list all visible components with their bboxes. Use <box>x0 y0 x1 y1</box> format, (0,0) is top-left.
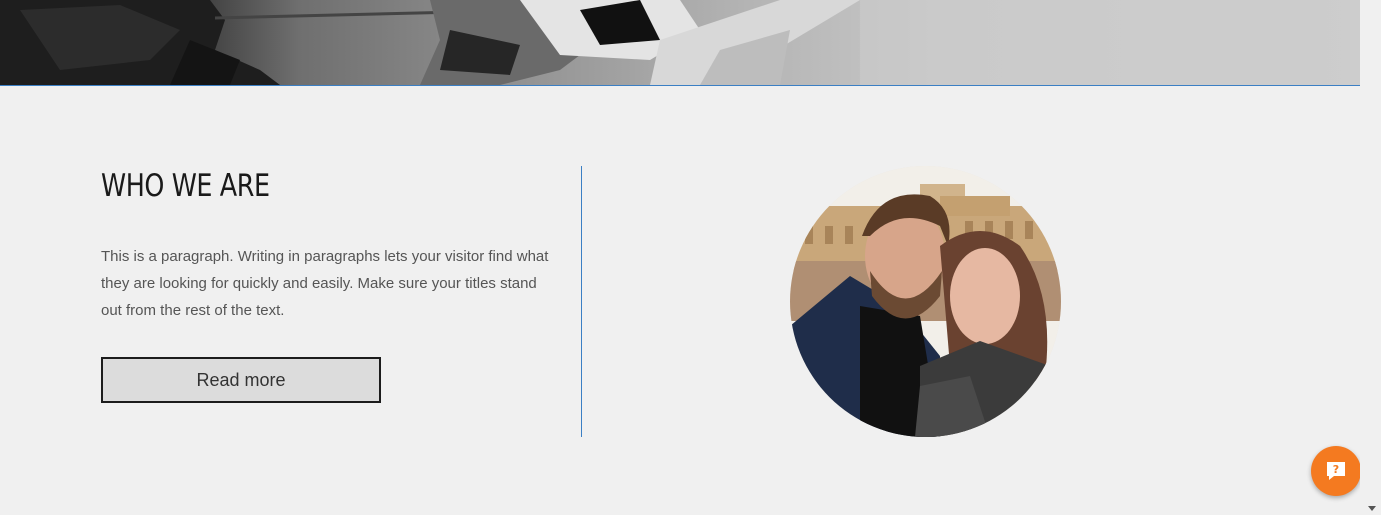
couple-photo <box>790 166 1061 437</box>
column-divider <box>581 166 582 437</box>
hero-photo <box>0 0 1360 85</box>
hero-banner-image <box>0 0 1360 86</box>
page-scrollbar[interactable] <box>1360 0 1381 515</box>
section-paragraph: This is a paragraph. Writing in paragrap… <box>101 248 549 319</box>
read-more-button[interactable]: Read more <box>101 357 381 403</box>
help-chat-button[interactable]: ? <box>1311 446 1361 496</box>
svg-text:?: ? <box>1333 463 1339 476</box>
page: WHO WE ARE This is a paragraph. Writing … <box>0 0 1381 515</box>
section-title: WHO WE ARE <box>101 168 270 204</box>
scroll-down-arrow-icon[interactable] <box>1368 506 1376 511</box>
question-chat-icon: ? <box>1327 462 1345 480</box>
